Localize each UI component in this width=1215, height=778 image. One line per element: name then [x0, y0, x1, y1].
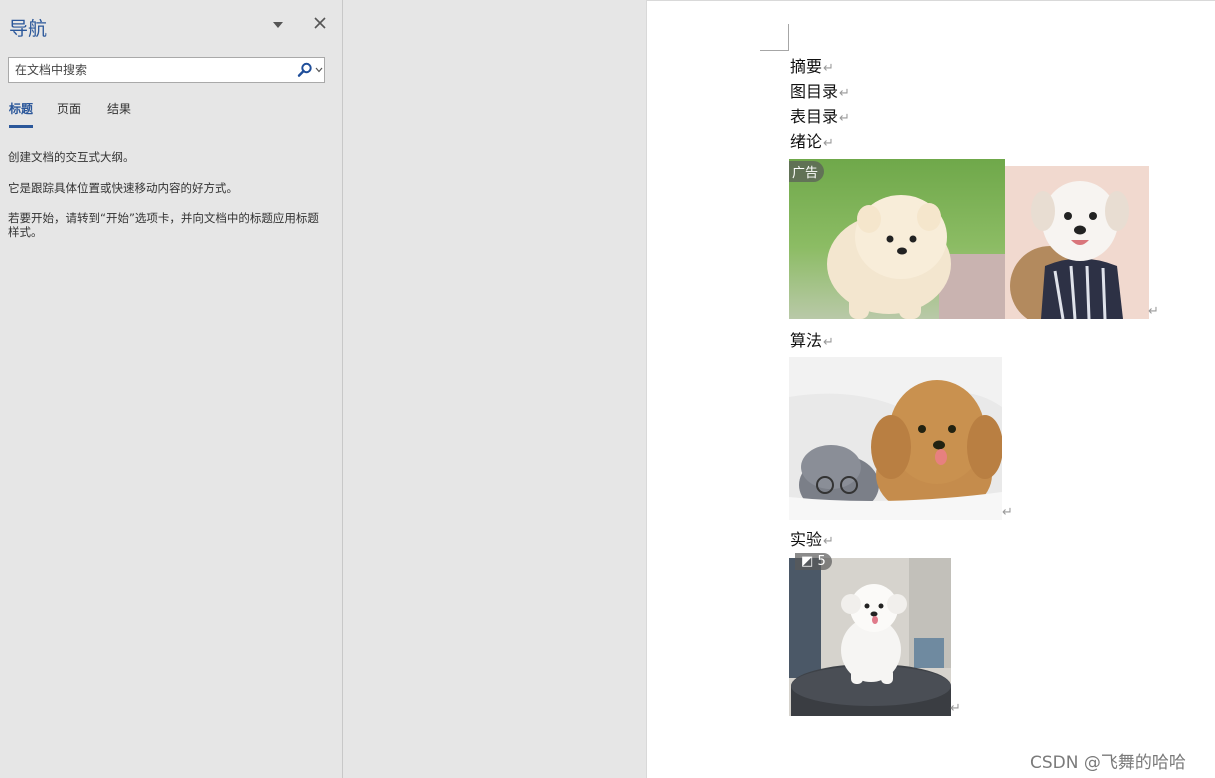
nav-message-1: 创建文档的交互式大纲。 [8, 150, 135, 164]
heading-text: 摘要 [790, 57, 823, 76]
close-icon[interactable] [312, 15, 328, 31]
nav-title: 导航 [9, 18, 48, 40]
nav-message-2: 它是跟踪具体位置或快速移动内容的好方式。 [8, 181, 238, 195]
ad-badge: 广告 [789, 161, 825, 182]
margin-corner-mark-vertical [788, 24, 789, 51]
navigation-pane: 导航 标题 页面 结果 创建文档的交互式大纲。 它是跟踪具体位置或快速移动内容的… [0, 0, 343, 778]
image-count-badge: ◩ 5 [795, 553, 832, 570]
heading-text: 图目录 [790, 82, 839, 101]
paragraph-mark: ↵ [1148, 304, 1159, 319]
heading-figure-list[interactable]: 图目录↵ [790, 78, 850, 102]
heading-introduction[interactable]: 绪论↵ [790, 128, 834, 152]
search-input[interactable] [9, 58, 295, 82]
paragraph-mark: ↵ [839, 111, 850, 126]
white-poodle-on-table-photo[interactable] [789, 558, 951, 716]
paragraph-mark: ↵ [823, 335, 834, 350]
image-count: 5 [817, 554, 826, 569]
search-options-chevron-down-icon[interactable] [315, 67, 323, 73]
paragraph-mark: ↵ [823, 534, 834, 549]
pomeranian-photo[interactable] [789, 159, 1005, 319]
heading-algorithm[interactable]: 算法↵ [790, 327, 834, 351]
heading-table-list[interactable]: 表目录↵ [790, 103, 850, 127]
poodle-and-cat-photo[interactable] [789, 357, 1002, 520]
heading-experiment[interactable]: 实验↵ [790, 526, 834, 550]
paragraph-mark: ↵ [1002, 505, 1013, 520]
margin-corner-mark [760, 50, 788, 51]
tab-headings[interactable]: 标题 [9, 100, 34, 128]
paragraph-mark: ↵ [950, 701, 961, 716]
search-icon[interactable] [297, 62, 313, 78]
paragraph-mark: ↵ [839, 86, 850, 101]
heading-text: 绪论 [790, 132, 823, 151]
paragraph-mark: ↵ [823, 136, 834, 151]
tab-results[interactable]: 结果 [107, 100, 131, 125]
search-box [8, 57, 325, 83]
maltese-photo[interactable] [1005, 166, 1149, 319]
heading-text: 算法 [790, 331, 823, 350]
paragraph-mark: ↵ [823, 61, 834, 76]
heading-text: 实验 [790, 530, 823, 549]
heading-text: 表目录 [790, 107, 839, 126]
tab-pages[interactable]: 页面 [57, 100, 81, 125]
heading-abstract[interactable]: 摘要↵ [790, 53, 834, 77]
gallery-icon: ◩ [801, 554, 814, 569]
document-gutter [344, 0, 646, 778]
nav-message-3: 若要开始，请转到“开始”选项卡，并向文档中的标题应用标题样式。 [8, 211, 319, 239]
csdn-watermark: CSDN @飞舞的哈哈 [1030, 753, 1186, 773]
pane-options-dropdown-icon[interactable] [272, 20, 284, 30]
